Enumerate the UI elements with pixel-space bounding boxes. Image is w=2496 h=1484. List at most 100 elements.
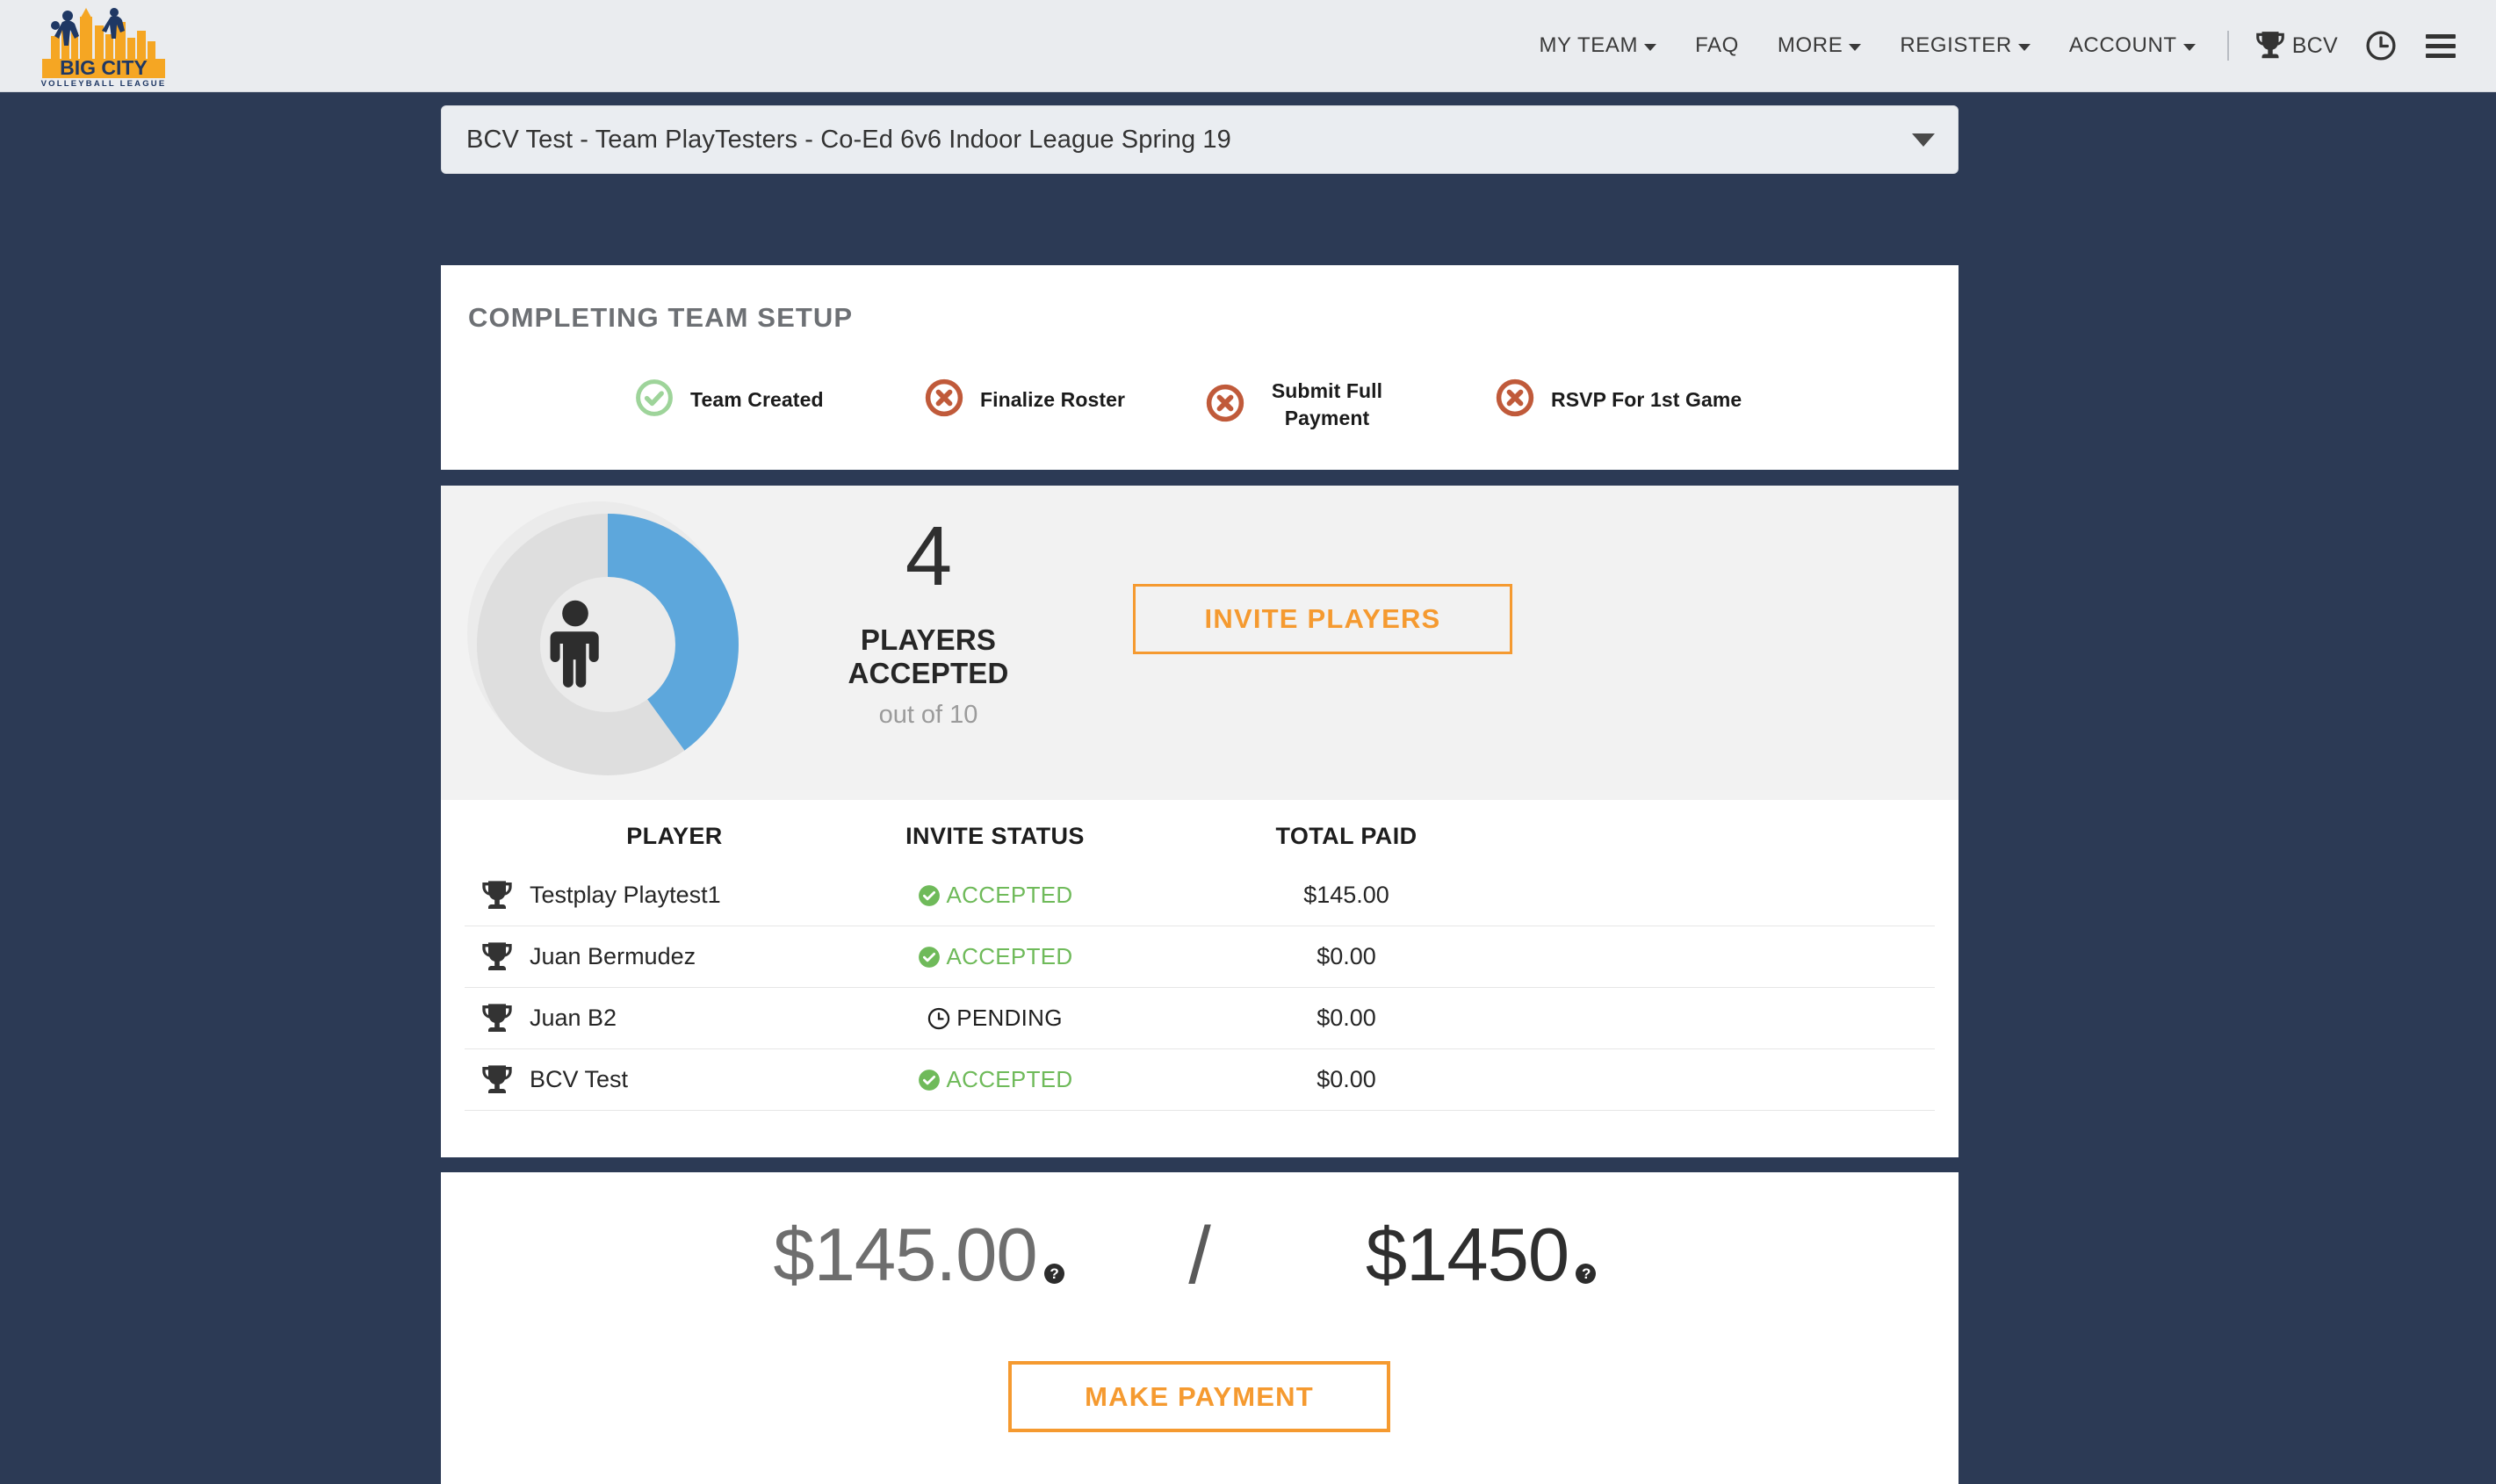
setup-step-label: RSVP For 1st Game — [1551, 387, 1742, 411]
total-paid-value: $0.00 — [1317, 943, 1376, 969]
setup-steps: Team Created Finalize Roster Submit Full… — [634, 378, 1846, 432]
total-paid-value: $0.00 — [1317, 1066, 1376, 1092]
completing-team-setup-card: COMPLETING TEAM SETUP Team Created Final… — [441, 265, 1959, 470]
user-badge-label: BCV — [2291, 32, 2338, 58]
team-select-dropdown[interactable]: BCV Test - Team PlayTesters - Co-Ed 6v6 … — [441, 105, 1959, 174]
chevron-down-icon — [2017, 44, 2031, 51]
total-paid-value: $0.00 — [1317, 1005, 1376, 1031]
table-cell-player: Testplay Playtest1 — [530, 882, 819, 909]
table-row[interactable]: Testplay Playtest1 ACCEPTED $145.00 — [465, 865, 1935, 926]
history-button[interactable] — [2350, 29, 2412, 62]
make-payment-button[interactable]: MAKE PAYMENT — [1008, 1361, 1390, 1432]
roster-table: PLAYER INVITE STATUS TOTAL PAID Testplay… — [441, 800, 1959, 1111]
team-select-value: BCV Test - Team PlayTesters - Co-Ed 6v6 … — [466, 125, 1231, 154]
table-cell-player: Juan B2 — [530, 1005, 819, 1032]
table-cell-invite-status: ACCEPTED — [819, 1066, 1171, 1093]
status-badge: ACCEPTED — [946, 943, 1073, 969]
svg-text:BIG CITY: BIG CITY — [60, 56, 148, 79]
table-header-invite-status: INVITE STATUS — [905, 822, 1085, 849]
table-header-player: PLAYER — [626, 822, 723, 849]
trophy-icon — [465, 940, 530, 975]
x-circle-icon — [1205, 383, 1245, 428]
players-accepted-label: PLAYERS ACCEPTED — [848, 623, 1009, 689]
primary-navigation: MY TEAM FAQ MORE REGISTER ACCOUNT BCV — [1519, 29, 2473, 62]
table-row[interactable]: Juan Bermudez ACCEPTED $0.00 — [465, 926, 1935, 988]
nav-item-faq[interactable]: FAQ — [1676, 33, 1758, 58]
table-header-row: PLAYER INVITE STATUS TOTAL PAID — [465, 800, 1935, 865]
table-row[interactable]: BCV Test ACCEPTED $0.00 — [465, 1049, 1935, 1111]
nav-item-account[interactable]: ACCOUNT — [2050, 33, 2215, 58]
page-title: COMPLETING TEAM SETUP — [468, 302, 854, 333]
amount-separator: / — [1188, 1211, 1211, 1300]
clock-icon — [928, 1007, 950, 1029]
table-cell-player: BCV Test — [530, 1066, 819, 1093]
clock-icon — [2366, 31, 2396, 61]
roster-summary: 4 PLAYERS ACCEPTED out of 10 INVITE PLAY… — [441, 486, 1959, 800]
table-cell-player: Juan Bermudez — [530, 943, 819, 970]
page-body: BCV Test - Team PlayTesters - Co-Ed 6v6 … — [0, 92, 2496, 1484]
site-header: BIG CITY VOLLEYBALL LEAGUE MY TEAM FAQ M… — [0, 0, 2496, 92]
amount-paid-group: $145.00 ? — [690, 1218, 1147, 1293]
trophy-icon — [465, 1063, 530, 1098]
setup-step-finalize-roster: Finalize Roster — [924, 378, 1205, 422]
setup-step-label: Finalize Roster — [980, 387, 1126, 411]
logo-svg: BIG CITY VOLLEYBALL LEAGUE — [41, 7, 167, 88]
chevron-down-icon — [1849, 44, 1862, 51]
setup-step-team-created: Team Created — [634, 378, 924, 422]
setup-step-label: Team Created — [690, 387, 824, 411]
players-accepted-count: 4 — [905, 509, 952, 603]
nav-item-my-team[interactable]: MY TEAM — [1519, 33, 1676, 58]
status-badge: ACCEPTED — [946, 1066, 1073, 1092]
payment-summary: $145.00 ? / $1450 ? — [441, 1211, 1959, 1300]
nav-item-register-label: REGISTER — [1900, 33, 2012, 57]
person-icon — [550, 600, 599, 688]
x-circle-icon — [1495, 378, 1535, 422]
check-circle-icon — [918, 884, 940, 906]
setup-step-label: Submit Full Payment — [1271, 379, 1383, 430]
amount-total-value: $1450 — [1365, 1214, 1569, 1297]
setup-step-rsvp-first-game: RSVP For 1st Game — [1495, 378, 1829, 422]
check-circle-icon — [918, 1069, 940, 1091]
table-row[interactable]: Juan B2 PENDING $0.00 — [465, 988, 1935, 1049]
players-accepted-stat: 4 PLAYERS ACCEPTED out of 10 — [783, 515, 1073, 730]
status-badge: PENDING — [956, 1005, 1063, 1031]
svg-text:VOLLEYBALL LEAGUE: VOLLEYBALL LEAGUE — [41, 79, 167, 88]
player-name: Testplay Playtest1 — [530, 882, 721, 908]
user-badge[interactable]: BCV — [2241, 29, 2350, 62]
status-badge: ACCEPTED — [946, 882, 1073, 908]
table-cell-total-paid: $0.00 — [1171, 1066, 1522, 1093]
payment-card: $145.00 ? / $1450 ? MAKE PAYMENT — [441, 1172, 1959, 1484]
trophy-icon — [2255, 32, 2284, 59]
menu-button[interactable] — [2412, 33, 2473, 58]
invite-players-button[interactable]: INVITE PLAYERS — [1133, 584, 1512, 654]
amount-paid-value: $145.00 — [773, 1214, 1037, 1297]
trophy-icon — [465, 1001, 530, 1036]
nav-item-my-team-label: MY TEAM — [1539, 33, 1639, 57]
table-cell-total-paid: $145.00 — [1171, 882, 1522, 909]
nav-item-more-label: MORE — [1777, 33, 1843, 57]
roster-card: 4 PLAYERS ACCEPTED out of 10 INVITE PLAY… — [441, 486, 1959, 1157]
check-circle-icon — [918, 946, 940, 968]
big-city-volleyball-logo: BIG CITY VOLLEYBALL LEAGUE — [26, 4, 180, 88]
nav-item-faq-label: FAQ — [1695, 33, 1739, 57]
check-circle-icon — [634, 378, 674, 422]
help-icon[interactable]: ? — [1043, 1264, 1064, 1284]
x-circle-icon — [924, 378, 964, 422]
nav-item-account-label: ACCOUNT — [2068, 33, 2177, 57]
table-cell-invite-status: ACCEPTED — [819, 882, 1171, 909]
hamburger-icon — [2426, 33, 2459, 58]
nav-item-more[interactable]: MORE — [1758, 33, 1880, 58]
chevron-down-icon — [1912, 133, 1935, 147]
table-cell-total-paid: $0.00 — [1171, 1005, 1522, 1032]
player-name: Juan B2 — [530, 1005, 617, 1031]
amount-total-group: $1450 ? — [1252, 1218, 1709, 1293]
trophy-icon — [465, 878, 530, 913]
help-icon[interactable]: ? — [1576, 1264, 1597, 1284]
chevron-down-icon — [2182, 44, 2196, 51]
players-accepted-donut-chart — [467, 501, 748, 782]
nav-item-register[interactable]: REGISTER — [1880, 33, 2049, 58]
nav-divider — [2226, 31, 2229, 61]
players-accepted-total: out of 10 — [878, 701, 978, 729]
table-header-total-paid: TOTAL PAID — [1275, 822, 1418, 849]
brand-logo-link[interactable]: BIG CITY VOLLEYBALL LEAGUE — [26, 4, 180, 88]
